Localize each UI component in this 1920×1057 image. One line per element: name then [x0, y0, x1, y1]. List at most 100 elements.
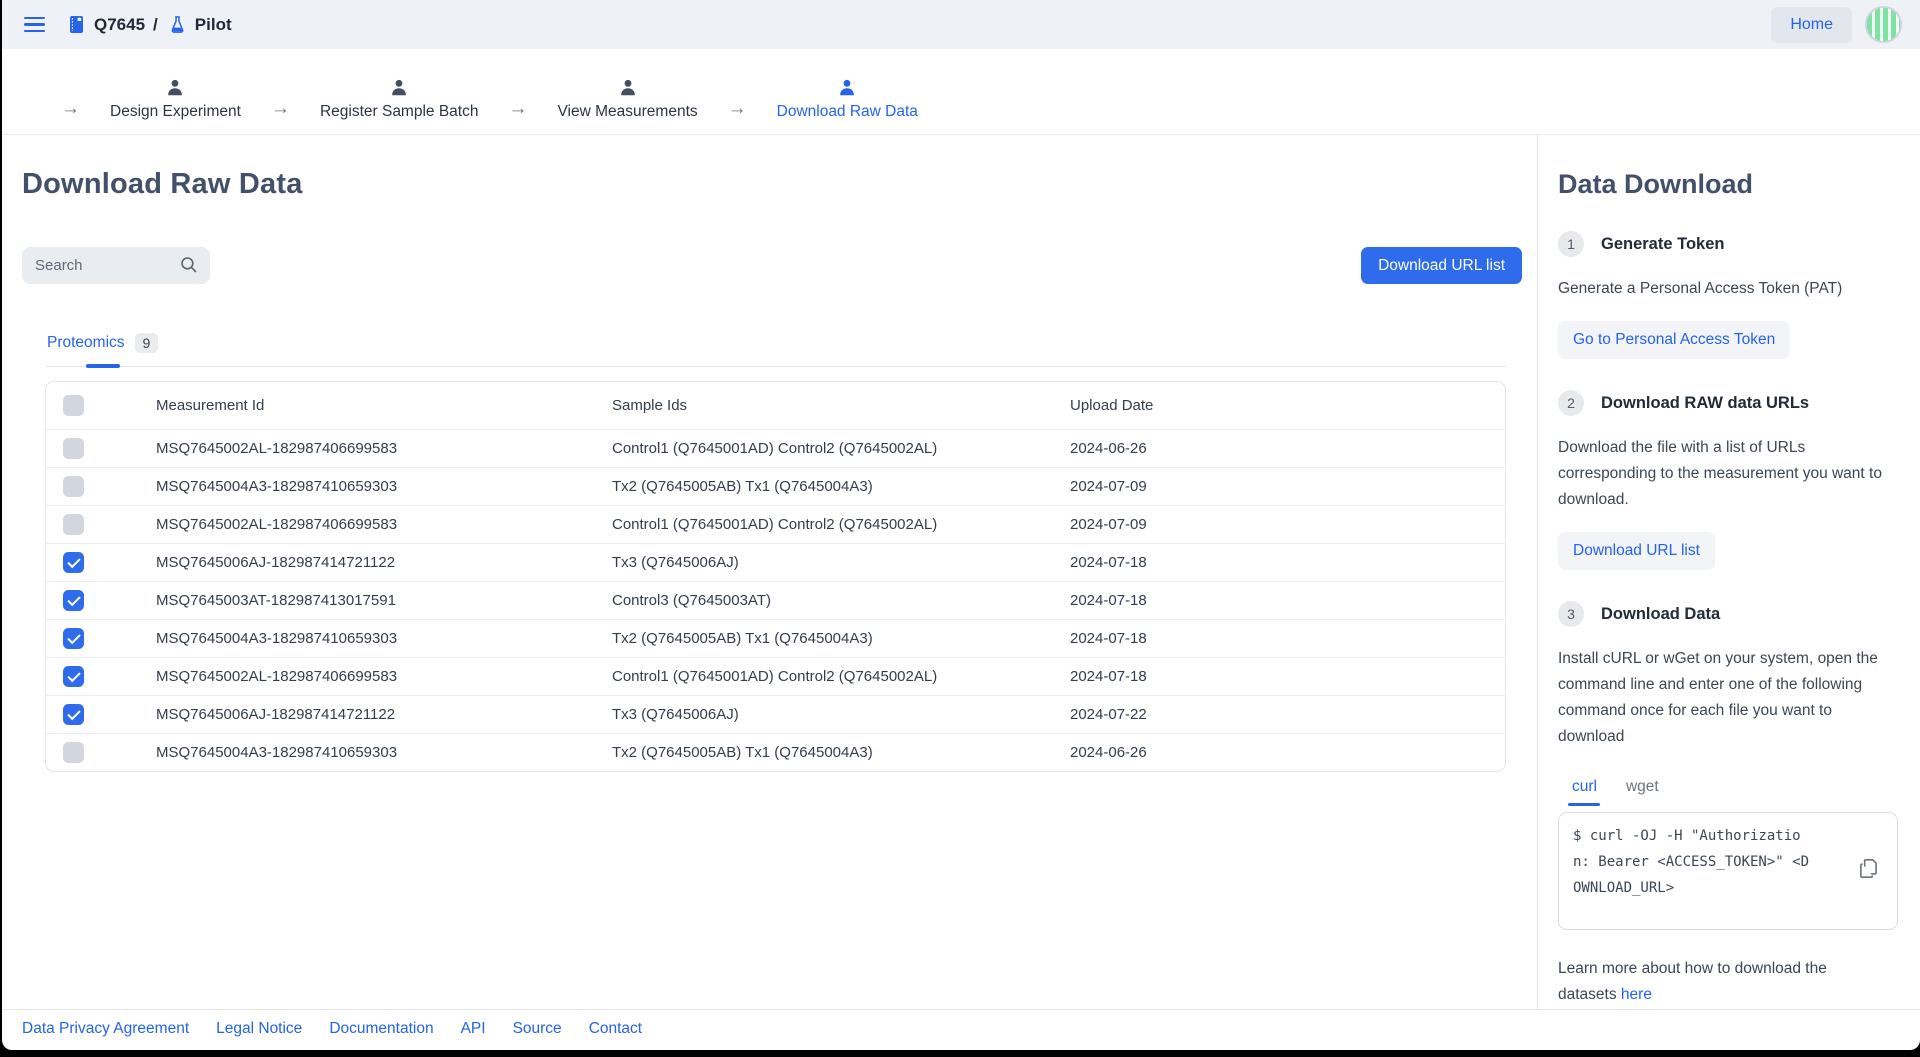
- cell-upload-date: 2024-07-18: [1070, 668, 1505, 685]
- tab-proteomics[interactable]: Proteomics 9: [45, 333, 160, 366]
- tab-count-badge: 9: [135, 333, 159, 353]
- table-row: MSQ7645003AT-182987413017591 Control3 (Q…: [46, 581, 1505, 619]
- step-number-badge: 2: [1558, 390, 1584, 416]
- cell-measurement-id: MSQ7645004A3-182987410659303: [156, 630, 612, 647]
- code-snippet: $ curl -OJ -H "Authorization: Bearer <AC…: [1573, 823, 1811, 901]
- breadcrumb-separator: /: [153, 15, 158, 35]
- table-row: MSQ7645002AL-182987406699583 Control1 (Q…: [46, 429, 1505, 467]
- table-row: MSQ7645002AL-182987406699583 Control1 (Q…: [46, 505, 1505, 543]
- home-button[interactable]: Home: [1771, 7, 1852, 43]
- column-header-measurement-id: Measurement Id: [156, 397, 612, 414]
- footer-link[interactable]: Source: [513, 1020, 562, 1038]
- notebook-icon: [67, 14, 86, 35]
- flask-icon: [168, 14, 187, 35]
- step-arrow-icon: →: [61, 98, 80, 120]
- cell-upload-date: 2024-07-09: [1070, 516, 1505, 533]
- cell-measurement-id: MSQ7645002AL-182987406699583: [156, 516, 612, 533]
- footer: Data Privacy Agreement Legal Notice Docu…: [2, 1009, 1920, 1050]
- cell-upload-date: 2024-07-18: [1070, 630, 1505, 647]
- cell-measurement-id: MSQ7645002AL-182987406699583: [156, 668, 612, 685]
- sidebar-step: 2 Download RAW data URLs Download the fi…: [1558, 390, 1898, 570]
- cell-sample-ids: Tx2 (Q7645005AB) Tx1 (Q7645004A3): [612, 630, 1070, 647]
- code-snippet-box: $ curl -OJ -H "Authorization: Bearer <AC…: [1558, 812, 1898, 930]
- row-checkbox[interactable]: [63, 514, 84, 535]
- cell-measurement-id: MSQ7645002AL-182987406699583: [156, 440, 612, 457]
- row-checkbox[interactable]: [63, 666, 84, 687]
- sidebar-step: 3 Download Data Install cURL or wGet on …: [1558, 601, 1898, 750]
- stepper-step[interactable]: Design Experiment: [110, 78, 241, 121]
- menu-icon[interactable]: [24, 17, 45, 33]
- avatar[interactable]: [1865, 6, 1902, 43]
- column-header-upload-date: Upload Date: [1070, 397, 1505, 414]
- footer-link[interactable]: Documentation: [329, 1020, 433, 1038]
- app-window: Q7645 / Pilot Home → Design Experiment: [2, 0, 1920, 1050]
- step-title: Generate Token: [1601, 235, 1724, 254]
- search-box: [22, 247, 210, 284]
- cell-upload-date: 2024-06-26: [1070, 440, 1505, 457]
- download-url-list-button[interactable]: Download URL list: [1361, 247, 1522, 284]
- step-action-button[interactable]: Go to Personal Access Token: [1558, 321, 1790, 359]
- step-label: Design Experiment: [110, 103, 241, 121]
- cell-upload-date: 2024-07-09: [1070, 478, 1505, 495]
- learn-more-text: Learn more about how to download the dat…: [1558, 956, 1858, 1008]
- footer-link[interactable]: Legal Notice: [216, 1020, 302, 1038]
- cell-sample-ids: Tx3 (Q7645006AJ): [612, 706, 1070, 723]
- experiment-name[interactable]: Pilot: [195, 15, 232, 35]
- cell-upload-date: 2024-07-22: [1070, 706, 1505, 723]
- sidebar-title: Data Download: [1558, 169, 1898, 200]
- cell-sample-ids: Control3 (Q7645003AT): [612, 592, 1070, 609]
- table-row: MSQ7645004A3-182987410659303 Tx2 (Q76450…: [46, 733, 1505, 771]
- code-tabs: curl wget: [1572, 778, 1898, 806]
- row-checkbox[interactable]: [63, 476, 84, 497]
- workflow-stepper: → Design Experiment → Register Sample Ba…: [2, 49, 1920, 135]
- cell-measurement-id: MSQ7645003AT-182987413017591: [156, 592, 612, 609]
- copy-icon[interactable]: [1856, 856, 1882, 887]
- column-header-sample-ids: Sample Ids: [612, 397, 1070, 414]
- person-icon: [837, 78, 857, 98]
- stepper-step[interactable]: Download Raw Data: [777, 78, 918, 121]
- person-icon: [165, 78, 185, 98]
- row-checkbox[interactable]: [63, 438, 84, 459]
- cell-sample-ids: Tx2 (Q7645005AB) Tx1 (Q7645004A3): [612, 478, 1070, 495]
- footer-link[interactable]: Contact: [589, 1020, 642, 1038]
- step-action-button[interactable]: Download URL list: [1558, 532, 1715, 570]
- footer-link[interactable]: API: [461, 1020, 486, 1038]
- footer-link[interactable]: Data Privacy Agreement: [22, 1020, 189, 1038]
- cell-sample-ids: Tx2 (Q7645005AB) Tx1 (Q7645004A3): [612, 744, 1070, 761]
- row-checkbox[interactable]: [63, 742, 84, 763]
- person-icon: [389, 78, 409, 98]
- tab-curl[interactable]: curl: [1572, 778, 1597, 806]
- step-label: Register Sample Batch: [320, 103, 479, 121]
- learn-more-link[interactable]: here: [1621, 986, 1652, 1003]
- step-number-badge: 1: [1558, 231, 1584, 257]
- data-download-panel: Data Download 1 Generate Token Generate …: [1537, 135, 1920, 1009]
- table-row: MSQ7645004A3-182987410659303 Tx2 (Q76450…: [46, 467, 1505, 505]
- table-row: MSQ7645006AJ-182987414721122 Tx3 (Q76450…: [46, 695, 1505, 733]
- row-checkbox[interactable]: [63, 590, 84, 611]
- table-row: MSQ7645006AJ-182987414721122 Tx3 (Q76450…: [46, 543, 1505, 581]
- row-checkbox[interactable]: [63, 552, 84, 573]
- step-arrow-icon: →: [271, 98, 290, 120]
- row-checkbox[interactable]: [63, 704, 84, 725]
- cell-measurement-id: MSQ7645004A3-182987410659303: [156, 744, 612, 761]
- tab-wget[interactable]: wget: [1626, 778, 1659, 806]
- cell-upload-date: 2024-06-26: [1070, 744, 1505, 761]
- stepper-step[interactable]: View Measurements: [557, 78, 697, 121]
- table-row: MSQ7645002AL-182987406699583 Control1 (Q…: [46, 657, 1505, 695]
- select-all-checkbox[interactable]: [63, 395, 84, 416]
- project-code[interactable]: Q7645: [94, 15, 145, 35]
- step-label: Download Raw Data: [777, 103, 918, 121]
- measurements-table: Measurement Id Sample Ids Upload Date MS…: [45, 381, 1506, 772]
- cell-sample-ids: Tx3 (Q7645006AJ): [612, 554, 1070, 571]
- breadcrumb: Q7645 / Pilot: [67, 14, 232, 35]
- row-checkbox[interactable]: [63, 628, 84, 649]
- stepper-step[interactable]: Register Sample Batch: [320, 78, 479, 121]
- cell-sample-ids: Control1 (Q7645001AD) Control2 (Q7645002…: [612, 440, 1070, 457]
- step-label: View Measurements: [557, 103, 697, 121]
- step-description: Generate a Personal Access Token (PAT): [1558, 276, 1898, 302]
- cell-measurement-id: MSQ7645004A3-182987410659303: [156, 478, 612, 495]
- cell-measurement-id: MSQ7645006AJ-182987414721122: [156, 554, 612, 571]
- step-arrow-icon: →: [728, 98, 747, 120]
- person-icon: [618, 78, 638, 98]
- table-header-row: Measurement Id Sample Ids Upload Date: [46, 382, 1505, 429]
